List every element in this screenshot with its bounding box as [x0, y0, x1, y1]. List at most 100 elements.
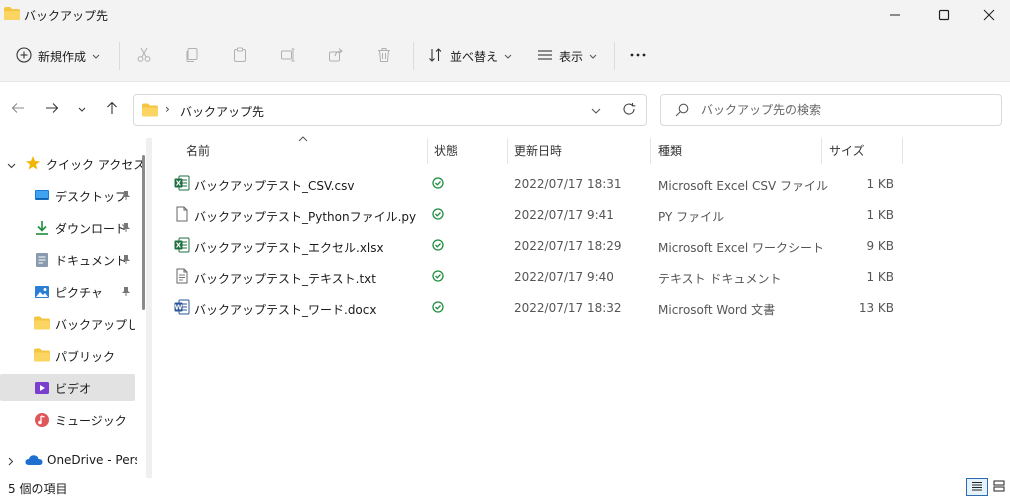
- chevron-down-icon: [589, 49, 597, 63]
- sidebar-item-public[interactable]: パブリック: [0, 342, 135, 369]
- sidebar-item-videos[interactable]: ビデオ: [0, 374, 135, 401]
- file-name[interactable]: バックアップテスト_テキスト.txt: [194, 270, 376, 287]
- sidebar-item-quick-access[interactable]: クイック アクセス: [0, 150, 145, 177]
- column-header-type[interactable]: 種類: [658, 142, 682, 162]
- sort-ascending-icon: [298, 131, 308, 145]
- chevron-down-icon[interactable]: [7, 158, 16, 172]
- breadcrumb-current[interactable]: バックアップ先: [180, 103, 264, 120]
- column-divider[interactable]: [821, 138, 822, 164]
- file-size: 1 KB: [866, 177, 894, 191]
- sidebar-item-backup-source[interactable]: バックアップしたい: [0, 310, 135, 337]
- column-header-size[interactable]: サイズ: [829, 142, 865, 162]
- nav-scrollbar-track[interactable]: [146, 138, 152, 478]
- more-options-button[interactable]: [629, 44, 647, 68]
- minimize-button[interactable]: [872, 0, 918, 30]
- search-input[interactable]: [701, 101, 991, 119]
- new-button[interactable]: 新規作成: [16, 44, 100, 68]
- delete-button[interactable]: [376, 44, 392, 68]
- music-icon: [34, 412, 50, 428]
- sync-check-icon: [432, 208, 444, 223]
- file-size: 13 KB: [858, 301, 894, 315]
- chevron-right-icon[interactable]: [8, 455, 14, 469]
- details-view-icon: [971, 480, 983, 495]
- sidebar-item-onedrive[interactable]: OneDrive - Perso: [0, 447, 140, 474]
- sidebar-item-label: パブリック: [55, 350, 116, 364]
- file-type: テキスト ドキュメント: [658, 272, 782, 286]
- details-view-button[interactable]: [966, 478, 988, 496]
- svg-text:W: W: [175, 304, 183, 312]
- pictures-icon: [34, 284, 50, 300]
- column-header-modified[interactable]: 更新日時: [514, 142, 562, 162]
- sync-check-icon: [432, 177, 444, 192]
- column-header-name[interactable]: 名前: [186, 142, 210, 162]
- back-button[interactable]: [8, 99, 28, 119]
- search-box[interactable]: [660, 94, 1002, 126]
- address-history-button[interactable]: [591, 104, 601, 118]
- column-divider[interactable]: [650, 138, 651, 164]
- trash-icon: [376, 47, 392, 66]
- sidebar-item-downloads[interactable]: ダウンロード: [0, 214, 135, 241]
- file-type: Microsoft Word 文書: [658, 303, 776, 317]
- tiles-view-icon: [993, 480, 1005, 495]
- column-divider[interactable]: [507, 138, 508, 164]
- rename-button[interactable]: [280, 44, 296, 68]
- pin-icon: [121, 285, 131, 299]
- refresh-icon[interactable]: [622, 102, 636, 119]
- video-icon: [34, 380, 50, 396]
- nav-scrollbar-thumb[interactable]: [142, 155, 145, 310]
- word-icon: W: [174, 299, 190, 318]
- up-button[interactable]: [102, 99, 122, 119]
- excel-csv-icon: X: [174, 175, 190, 194]
- address-bar[interactable]: › バックアップ先: [133, 94, 647, 126]
- sort-button[interactable]: 並べ替え: [428, 44, 512, 68]
- tiles-view-button[interactable]: [988, 478, 1010, 496]
- list-view-icon: [537, 47, 553, 66]
- column-header-status[interactable]: 状態: [434, 142, 458, 162]
- view-button[interactable]: 表示: [537, 44, 597, 68]
- copy-button[interactable]: [184, 44, 200, 68]
- maximize-button[interactable]: [921, 0, 967, 30]
- generic-file-icon: [174, 206, 190, 225]
- plus-circle-icon: [16, 46, 32, 66]
- navigation-pane: クイック アクセス デスクトップ ダウンロード ドキュメント ピクチャ バックア…: [0, 138, 146, 478]
- file-row[interactable]: X バックアップテスト_エクセル.xlsx 2022/07/17 18:29 M…: [168, 231, 908, 259]
- cut-button[interactable]: [136, 44, 152, 68]
- breadcrumb-chevron-icon[interactable]: ›: [165, 102, 170, 116]
- clipboard-icon: [232, 47, 248, 66]
- file-row[interactable]: バックアップテスト_Pythonファイル.py 2022/07/17 9:41 …: [168, 200, 908, 228]
- document-icon: [34, 252, 50, 268]
- sync-check-icon: [432, 301, 444, 316]
- excel-icon: X: [174, 237, 190, 256]
- sidebar-item-documents[interactable]: ドキュメント: [0, 246, 135, 273]
- sort-icon: [428, 47, 444, 66]
- sidebar-item-desktop[interactable]: デスクトップ: [0, 182, 135, 209]
- folder-icon: [4, 7, 20, 20]
- file-name[interactable]: バックアップテスト_エクセル.xlsx: [194, 239, 384, 256]
- file-name[interactable]: バックアップテスト_Pythonファイル.py: [194, 208, 416, 225]
- column-divider[interactable]: [427, 138, 428, 164]
- item-count: 5 個の項目: [8, 482, 68, 496]
- file-row[interactable]: W バックアップテスト_ワード.docx 2022/07/17 18:32 Mi…: [168, 293, 908, 321]
- folder-icon: [34, 316, 50, 332]
- sidebar-item-music[interactable]: ミュージック: [0, 406, 135, 433]
- file-name[interactable]: バックアップテスト_ワード.docx: [194, 301, 376, 318]
- file-type: Microsoft Excel CSV ファイル: [658, 179, 829, 193]
- file-modified: 2022/07/17 9:40: [514, 270, 614, 284]
- toolbar-divider: [413, 42, 414, 70]
- arrow-up-icon: [105, 101, 119, 118]
- paste-button[interactable]: [232, 44, 248, 68]
- svg-text:X: X: [176, 242, 182, 250]
- sidebar-item-pictures[interactable]: ピクチャ: [0, 278, 135, 305]
- share-button[interactable]: [328, 44, 344, 68]
- column-divider[interactable]: [902, 138, 903, 164]
- cloud-icon: [25, 454, 43, 469]
- ellipsis-icon: [629, 47, 647, 66]
- close-button[interactable]: [966, 0, 1010, 30]
- sync-check-icon: [432, 270, 444, 285]
- sort-button-label: 並べ替え: [450, 49, 499, 64]
- recent-locations-button[interactable]: [72, 99, 92, 119]
- forward-button[interactable]: [42, 99, 62, 119]
- file-row[interactable]: バックアップテスト_テキスト.txt 2022/07/17 9:40 テキスト …: [168, 262, 908, 290]
- file-row[interactable]: X バックアップテスト_CSV.csv 2022/07/17 18:31 Mic…: [168, 169, 908, 197]
- file-name[interactable]: バックアップテスト_CSV.csv: [194, 177, 354, 194]
